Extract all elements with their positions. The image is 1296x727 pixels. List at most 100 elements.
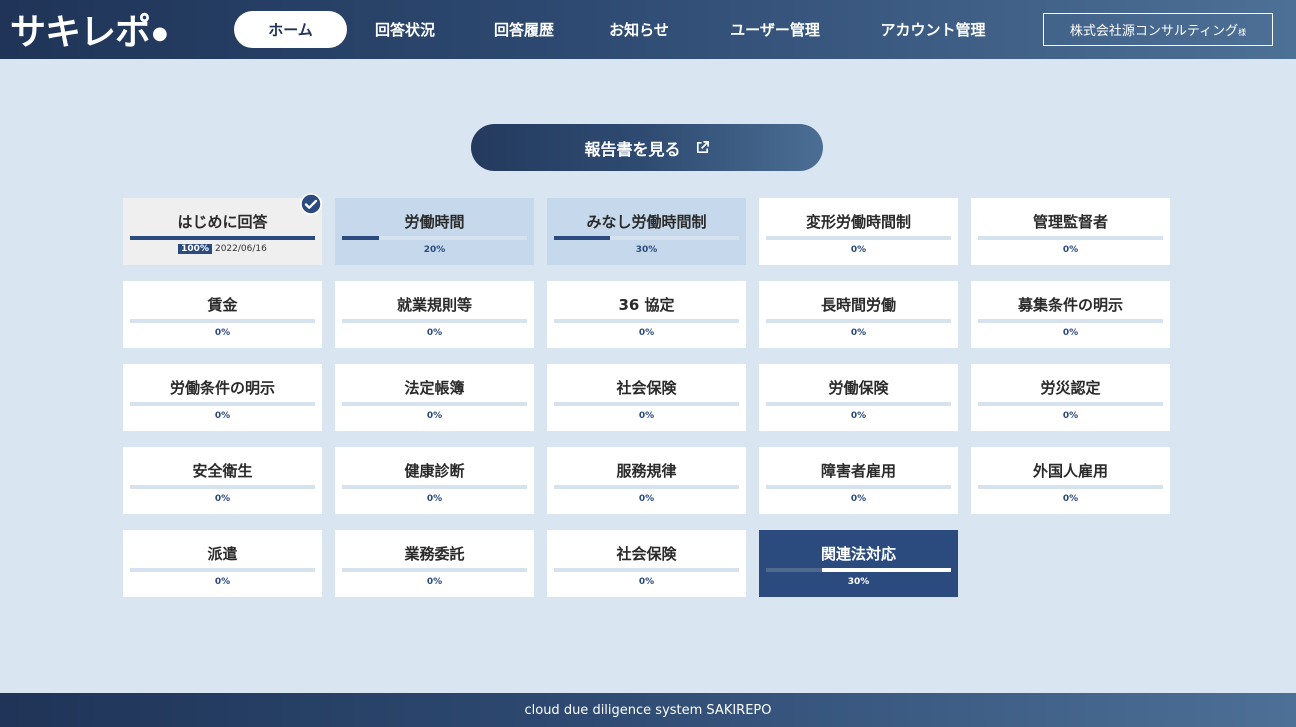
progress-percent: 0%	[638, 494, 655, 504]
progress-track	[766, 319, 951, 323]
category-card[interactable]: 労災認定 0%	[971, 364, 1170, 431]
progress-track	[342, 485, 527, 489]
nav-answer-status[interactable]: 回答状況	[347, 11, 463, 48]
category-card[interactable]: みなし労働時間制 30%	[547, 198, 746, 265]
category-card[interactable]: 労働時間 20%	[335, 198, 534, 265]
logo-text: サキレポ	[10, 12, 151, 53]
category-card[interactable]: 派遣 0%	[123, 530, 322, 597]
main-nav: ホーム 回答状況 回答履歴 お知らせ ユーザー管理 アカウント管理	[234, 11, 1009, 48]
progress-track	[766, 402, 951, 406]
category-title: 就業規則等	[396, 296, 472, 314]
footer-text: cloud due diligence system SAKIREPO	[524, 702, 772, 718]
header-bar: サキレポ ● ホーム 回答状況 回答履歴 お知らせ ユーザー管理 アカウント管理…	[0, 0, 1296, 59]
nav-user-management[interactable]: ユーザー管理	[693, 11, 857, 48]
progress-percent: 0%	[426, 577, 443, 587]
category-title: 労働条件の明示	[169, 379, 275, 397]
progress-track	[554, 319, 739, 323]
progress-track	[342, 236, 527, 240]
nav-answer-history[interactable]: 回答履歴	[463, 11, 585, 48]
progress-track	[766, 485, 951, 489]
progress-percent: 0%	[1062, 245, 1079, 255]
category-card[interactable]: 変形労働時間制 0%	[759, 198, 958, 265]
category-card[interactable]: 募集条件の明示 0%	[971, 281, 1170, 348]
progress-fill	[821, 568, 951, 572]
progress-percent: 0%	[1062, 411, 1079, 421]
progress-percent: 0%	[426, 494, 443, 504]
progress-fill	[342, 236, 379, 240]
progress-track	[554, 236, 739, 240]
progress-percent: 30%	[635, 245, 658, 255]
category-card[interactable]: 健康診断 0%	[335, 447, 534, 514]
category-card[interactable]: 業務委託 0%	[335, 530, 534, 597]
progress-percent: 0%	[638, 328, 655, 338]
progress-percent: 0%	[850, 494, 867, 504]
category-title: 労働時間	[404, 213, 465, 231]
category-title: 安全衛生	[192, 462, 253, 480]
category-title: 関連法対応	[820, 545, 896, 563]
category-card[interactable]: 36 協定 0%	[547, 281, 746, 348]
category-card[interactable]: はじめに回答 100% 2022/06/16	[123, 193, 322, 265]
company-name-button[interactable]: 株式会社源コンサルティング様	[1043, 13, 1273, 46]
category-title: 社会保険	[616, 545, 677, 563]
progress-fill	[554, 236, 610, 240]
category-card[interactable]: 障害者雇用 0%	[759, 447, 958, 514]
progress-track	[978, 402, 1163, 406]
nav-home[interactable]: ホーム	[234, 11, 347, 48]
company-name: 株式会社源コンサルティング	[1069, 24, 1239, 39]
progress-percent: 0%	[214, 411, 231, 421]
progress-percent: 0%	[214, 494, 231, 504]
category-card[interactable]: 社会保険 0%	[547, 364, 746, 431]
progress-track	[130, 236, 315, 240]
category-title: 募集条件の明示	[1017, 296, 1123, 314]
progress-percent: 0%	[426, 328, 443, 338]
category-card[interactable]: 安全衛生 0%	[123, 447, 322, 514]
progress-track	[130, 402, 315, 406]
progress-percent: 0%	[850, 245, 867, 255]
progress-track	[554, 485, 739, 489]
category-title: 賃金	[207, 296, 238, 314]
progress-percent: 0%	[850, 328, 867, 338]
progress-track	[130, 568, 315, 572]
progress-percent: 30%	[847, 577, 870, 587]
progress-track	[554, 568, 739, 572]
progress-track	[978, 236, 1163, 240]
logo-dot: ●	[152, 23, 168, 44]
category-grid: はじめに回答 100% 2022/06/16 労働時間 20% みなし労働時間制 30% 変形…	[123, 193, 1170, 597]
category-card[interactable]: 社会保険 0%	[547, 530, 746, 597]
category-card[interactable]: 外国人雇用 0%	[971, 447, 1170, 514]
check-circle-icon	[300, 193, 322, 215]
progress-track	[766, 236, 951, 240]
category-title: 社会保険	[616, 379, 677, 397]
progress-badge: 100%	[178, 244, 212, 254]
category-card[interactable]: 服務規律 0%	[547, 447, 746, 514]
category-card[interactable]: 管理監督者 0%	[971, 198, 1170, 265]
nav-account-management[interactable]: アカウント管理	[857, 11, 1009, 48]
nav-notices[interactable]: お知らせ	[585, 11, 693, 48]
progress-percent: 0%	[214, 328, 231, 338]
category-title: 労災認定	[1040, 379, 1101, 397]
category-card[interactable]: 関連法対応 30%	[759, 530, 958, 597]
progress-track	[978, 485, 1163, 489]
view-report-label: 報告書を見る	[584, 139, 681, 159]
category-card[interactable]: 労働条件の明示 0%	[123, 364, 322, 431]
app-logo[interactable]: サキレポ ●	[10, 4, 168, 54]
category-card[interactable]: 賃金 0%	[123, 281, 322, 348]
progress-track	[130, 485, 315, 489]
progress-track	[766, 568, 951, 572]
category-card[interactable]: 法定帳簿 0%	[335, 364, 534, 431]
category-title: 長時間労働	[820, 296, 896, 314]
category-card[interactable]: 長時間労働 0%	[759, 281, 958, 348]
progress-track	[130, 319, 315, 323]
category-title: みなし労働時間制	[586, 213, 707, 231]
progress-track	[554, 402, 739, 406]
progress-track	[342, 402, 527, 406]
category-title: 派遣	[207, 545, 238, 563]
footer-bar: cloud due diligence system SAKIREPO	[0, 693, 1296, 727]
company-honorific: 様	[1238, 28, 1247, 37]
view-report-button[interactable]: 報告書を見る	[471, 124, 823, 171]
category-card[interactable]: 労働保険 0%	[759, 364, 958, 431]
completion-date: 2022/06/16	[214, 244, 267, 254]
category-card[interactable]: 就業規則等 0%	[335, 281, 534, 348]
category-title: 管理監督者	[1032, 213, 1108, 231]
progress-percent: 20%	[423, 245, 446, 255]
